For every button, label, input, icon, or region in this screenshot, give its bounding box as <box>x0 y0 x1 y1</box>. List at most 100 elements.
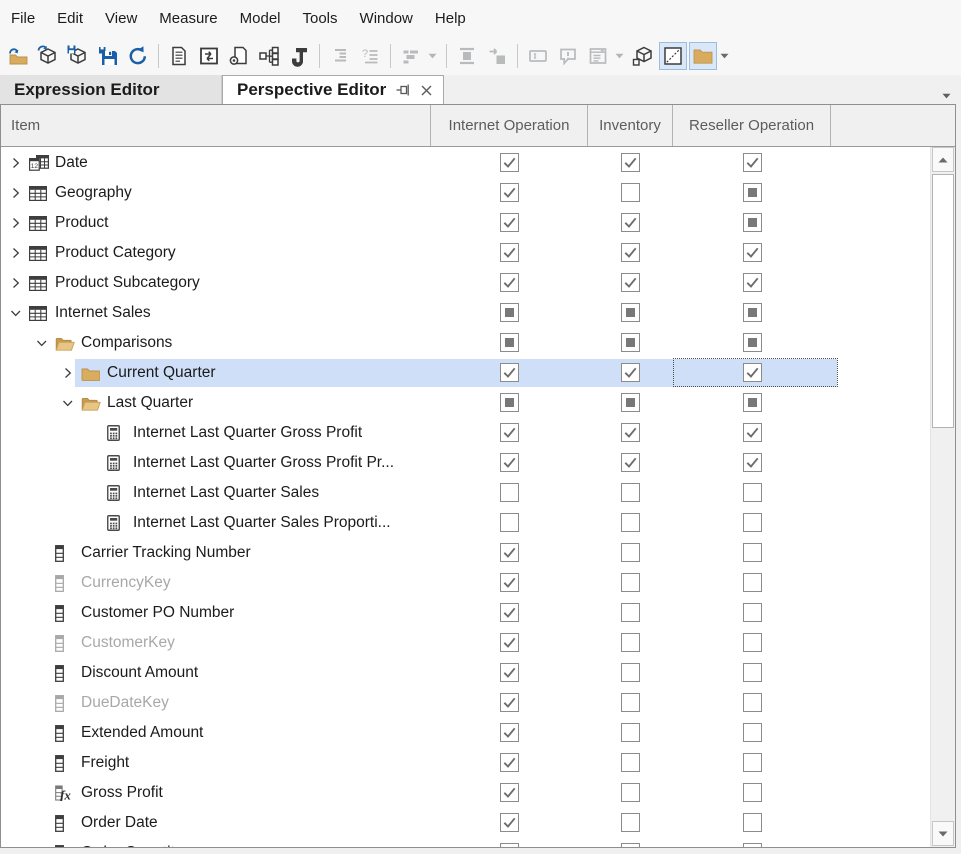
checkbox-reseller-operation-unchecked[interactable] <box>743 573 762 592</box>
checkbox-inventory-unchecked[interactable] <box>621 483 640 502</box>
checkbox-reseller-operation-unchecked[interactable] <box>743 633 762 652</box>
vertical-scrollbar[interactable] <box>930 147 955 847</box>
checkbox-inventory-unchecked[interactable] <box>621 693 640 712</box>
checkbox-internet-operation-checked[interactable] <box>500 843 519 847</box>
checkbox-reseller-operation-unchecked[interactable] <box>743 543 762 562</box>
toolbar-button-perspective-cube[interactable] <box>629 42 657 70</box>
chevron-down-icon[interactable] <box>61 388 81 418</box>
checkbox-inventory-unchecked[interactable] <box>621 783 640 802</box>
tree-row-order-quantity[interactable]: Order Quantity <box>1 838 931 847</box>
checkbox-inventory-unchecked[interactable] <box>621 753 640 772</box>
chevron-right-icon[interactable] <box>61 358 81 388</box>
checkbox-inventory-checked[interactable] <box>621 273 640 292</box>
chevron-right-icon[interactable] <box>9 208 29 238</box>
checkbox-inventory-unchecked[interactable] <box>621 513 640 532</box>
menu-item-measure[interactable]: Measure <box>148 2 228 35</box>
toolbar-button-script[interactable] <box>285 42 313 70</box>
checkbox-internet-operation-mixed[interactable] <box>500 393 519 412</box>
tab-list-caret-icon[interactable] <box>942 86 951 104</box>
toolbar-button-diagonal-box[interactable] <box>659 42 687 70</box>
checkbox-inventory-unchecked[interactable] <box>621 663 640 682</box>
menu-item-file[interactable]: File <box>0 2 46 35</box>
dropdown-caret-icon[interactable] <box>613 42 626 70</box>
checkbox-reseller-operation-unchecked[interactable] <box>743 513 762 532</box>
dropdown-caret-icon[interactable] <box>426 42 439 70</box>
checkbox-inventory-checked[interactable] <box>621 423 640 442</box>
checkbox-reseller-operation-checked[interactable] <box>743 273 762 292</box>
toolbar-button-align-middle[interactable] <box>453 42 481 70</box>
dropdown-caret-icon[interactable] <box>718 42 731 70</box>
checkbox-internet-operation-checked[interactable] <box>500 153 519 172</box>
toolbar-button-import-table[interactable] <box>195 42 223 70</box>
tree-row-geography[interactable]: Geography <box>1 178 931 208</box>
toolbar-button-callout[interactable] <box>554 42 582 70</box>
checkbox-internet-operation-checked[interactable] <box>500 813 519 832</box>
column-header-item[interactable]: Item <box>1 105 431 146</box>
toolbar-button-open-model-folder[interactable] <box>4 42 32 70</box>
toolbar-button-save-model[interactable] <box>94 42 122 70</box>
menu-item-tools[interactable]: Tools <box>292 2 349 35</box>
toolbar-button-display-folder[interactable] <box>689 42 717 70</box>
tree-row-date[interactable]: 12Date <box>1 148 931 178</box>
toolbar-button-listbox[interactable] <box>584 42 612 70</box>
checkbox-inventory-unchecked[interactable] <box>621 723 640 742</box>
checkbox-internet-operation-checked[interactable] <box>500 723 519 742</box>
checkbox-reseller-operation-unchecked[interactable] <box>743 723 762 742</box>
tree-row-product-category[interactable]: Product Category <box>1 238 931 268</box>
checkbox-internet-operation-checked[interactable] <box>500 423 519 442</box>
checkbox-inventory-checked[interactable] <box>621 153 640 172</box>
checkbox-reseller-operation-unchecked[interactable] <box>743 693 762 712</box>
toolbar-button-new-hierarchy[interactable] <box>255 42 283 70</box>
tree-row-internet-sales[interactable]: Internet Sales <box>1 298 931 328</box>
column-header-reseller-operation[interactable]: Reseller Operation <box>673 105 831 146</box>
menu-item-view[interactable]: View <box>94 2 148 35</box>
tree-row-product[interactable]: Product <box>1 208 931 238</box>
column-header-inventory[interactable]: Inventory <box>588 105 673 146</box>
checkbox-reseller-operation-mixed[interactable] <box>743 183 762 202</box>
checkbox-internet-operation-unchecked[interactable] <box>500 483 519 502</box>
checkbox-inventory-unchecked[interactable] <box>621 603 640 622</box>
checkbox-internet-operation-checked[interactable] <box>500 273 519 292</box>
checkbox-inventory-checked[interactable] <box>621 243 640 262</box>
checkbox-inventory-checked[interactable] <box>621 453 640 472</box>
close-icon[interactable] <box>420 84 433 97</box>
toolbar-button-document[interactable] <box>165 42 193 70</box>
checkbox-reseller-operation-checked[interactable] <box>743 243 762 262</box>
toolbar-button-move-into[interactable] <box>483 42 511 70</box>
scroll-up-button[interactable] <box>932 147 954 172</box>
checkbox-inventory-checked[interactable] <box>621 213 640 232</box>
toolbar-button-textbox[interactable] <box>524 42 552 70</box>
checkbox-internet-operation-checked[interactable] <box>500 183 519 202</box>
checkbox-reseller-operation-mixed[interactable] <box>743 213 762 232</box>
chevron-right-icon[interactable] <box>9 268 29 298</box>
checkbox-inventory-unchecked[interactable] <box>621 633 640 652</box>
tree-row-duedatekey[interactable]: DueDateKey <box>1 688 931 718</box>
checkbox-reseller-operation-unchecked[interactable] <box>743 603 762 622</box>
tree-row-internet-last-quarter-gross-profit[interactable]: Internet Last Quarter Gross Profit <box>1 418 931 448</box>
checkbox-reseller-operation-unchecked[interactable] <box>743 753 762 772</box>
checkbox-reseller-operation-unchecked[interactable] <box>743 813 762 832</box>
tree-row-customerkey[interactable]: CustomerKey <box>1 628 931 658</box>
checkbox-reseller-operation-checked[interactable] <box>743 423 762 442</box>
chevron-right-icon[interactable] <box>9 178 29 208</box>
menu-item-window[interactable]: Window <box>349 2 424 35</box>
tree-row-order-date[interactable]: Order Date <box>1 808 931 838</box>
column-header-filler[interactable] <box>831 105 955 146</box>
checkbox-internet-operation-checked[interactable] <box>500 693 519 712</box>
checkbox-internet-operation-checked[interactable] <box>500 663 519 682</box>
checkbox-reseller-operation-mixed[interactable] <box>743 393 762 412</box>
tree-row-comparisons[interactable]: Comparisons <box>1 328 931 358</box>
checkbox-internet-operation-mixed[interactable] <box>500 303 519 322</box>
checkbox-internet-operation-checked[interactable] <box>500 573 519 592</box>
tree-row-last-quarter[interactable]: Last Quarter <box>1 388 931 418</box>
checkbox-reseller-operation-unchecked[interactable] <box>743 843 762 847</box>
tree-row-customer-po-number[interactable]: Customer PO Number <box>1 598 931 628</box>
chevron-right-icon[interactable] <box>9 148 29 178</box>
checkbox-inventory-mixed[interactable] <box>621 303 640 322</box>
checkbox-internet-operation-checked[interactable] <box>500 543 519 562</box>
checkbox-reseller-operation-checked[interactable] <box>743 453 762 472</box>
scroll-thumb[interactable] <box>932 174 954 428</box>
checkbox-reseller-operation-unchecked[interactable] <box>743 483 762 502</box>
chevron-down-icon[interactable] <box>9 298 29 328</box>
tab-expression-editor[interactable]: Expression Editor <box>0 75 222 104</box>
